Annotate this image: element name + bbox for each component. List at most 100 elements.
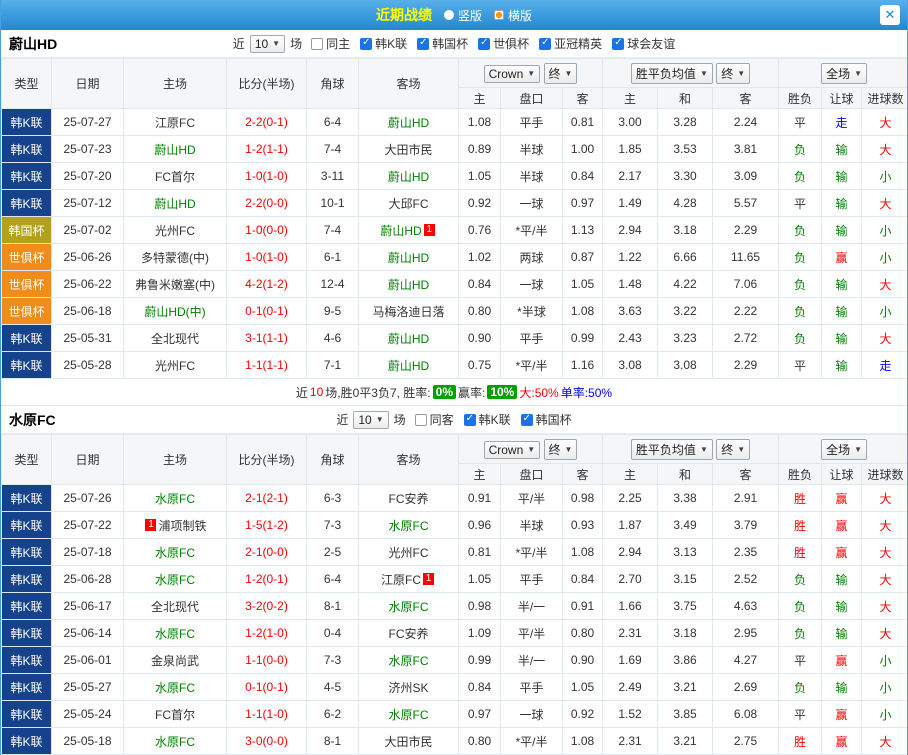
match-date: 25-05-27 (52, 674, 124, 701)
match-date: 25-07-20 (52, 163, 124, 190)
asian-odds-group: Crown▼ 终▼ (459, 435, 603, 464)
radio-horizontal-layout[interactable]: 横版 (494, 7, 532, 24)
result-handicap: 输 (822, 620, 862, 647)
checkbox-icon[interactable] (521, 414, 533, 426)
euro-away-odds: 6.08 (713, 701, 779, 728)
percent-badge: 0% (433, 385, 456, 399)
euro-draw-odds: 3.18 (658, 620, 713, 647)
col-header-ah-away: 客 (563, 88, 603, 109)
ah-away-odds: 0.90 (563, 647, 603, 674)
result-wdl: 平 (779, 109, 822, 136)
result-handicap: 输 (822, 190, 862, 217)
col-header-home: 主场 (124, 59, 227, 109)
col-header-type: 类型 (2, 435, 52, 485)
match-date: 25-07-22 (52, 512, 124, 539)
result-wdl: 负 (779, 217, 822, 244)
ah-away-odds: 0.87 (563, 244, 603, 271)
col-header-result-handicap: 让球 (822, 464, 862, 485)
euro-home-odds: 3.63 (603, 298, 658, 325)
ah-line: *半球 (501, 298, 563, 325)
team-cell: 光州FC (124, 352, 227, 379)
summary-text: 赢率: (458, 384, 485, 401)
team-label: 蔚山HD (388, 332, 429, 346)
radio-unselected-icon[interactable] (444, 10, 454, 20)
ah-home-odds: 1.09 (459, 620, 501, 647)
euro-home-odds: 2.25 (603, 485, 658, 512)
filter-checkbox-同主[interactable]: 同主 (311, 35, 350, 52)
team-label: 江原FC (155, 116, 195, 130)
score: 1-0(1-0) (227, 244, 307, 271)
fulltime-select[interactable]: 全场▼ (821, 439, 867, 460)
odds-source-select[interactable]: Crown▼ (484, 441, 541, 459)
filter-checkbox-球会友谊[interactable]: 球会友谊 (612, 35, 675, 52)
euro-away-odds: 3.81 (713, 136, 779, 163)
euro-draw-odds: 3.75 (658, 593, 713, 620)
checkbox-icon[interactable] (612, 38, 624, 50)
filter-checkbox-韩国杯[interactable]: 韩国杯 (521, 411, 572, 428)
filter-checkbox-同客[interactable]: 同客 (415, 411, 454, 428)
fulltime-select[interactable]: 全场▼ (821, 63, 867, 84)
ah-away-odds: 1.16 (563, 352, 603, 379)
team-label: 多特蒙德(中) (141, 251, 209, 265)
ah-line: 平手 (501, 325, 563, 352)
filter-label: 亚冠精英 (554, 35, 602, 52)
radio-vertical-layout[interactable]: 竖版 (444, 7, 482, 24)
filter-checkbox-韩国杯[interactable]: 韩国杯 (417, 35, 468, 52)
match-date: 25-05-31 (52, 325, 124, 352)
euro-away-odds: 2.35 (713, 539, 779, 566)
match-date: 25-05-18 (52, 728, 124, 755)
result-goals: 大 (862, 109, 908, 136)
filter-checkbox-韩K联[interactable]: 韩K联 (360, 35, 407, 52)
checkbox-icon[interactable] (311, 38, 323, 50)
ah-home-odds: 0.84 (459, 674, 501, 701)
match-row: 韩K联25-05-31全北现代3-1(1-1)4-6蔚山HD0.90平手0.99… (2, 325, 908, 352)
corners: 10-1 (307, 190, 359, 217)
filter-checkbox-世俱杯[interactable]: 世俱杯 (478, 35, 529, 52)
euro-final-select[interactable]: 终▼ (716, 63, 750, 84)
checkbox-icon[interactable] (478, 38, 490, 50)
euro-mean-select[interactable]: 胜平负均值▼ (631, 439, 713, 460)
ah-away-odds: 1.05 (563, 674, 603, 701)
checkbox-icon[interactable] (464, 414, 476, 426)
league-type: 韩国杯 (2, 217, 52, 244)
euro-draw-odds: 3.28 (658, 109, 713, 136)
odds-source-select[interactable]: Crown▼ (484, 65, 541, 83)
euro-away-odds: 3.09 (713, 163, 779, 190)
euro-mean-select[interactable]: 胜平负均值▼ (631, 63, 713, 84)
ah-home-odds: 0.90 (459, 325, 501, 352)
score: 3-2(0-2) (227, 593, 307, 620)
col-header-result-handicap: 让球 (822, 88, 862, 109)
ah-line: 平/半 (501, 620, 563, 647)
team-label: 光州FC (389, 546, 429, 560)
match-count-select[interactable]: 10▼ (353, 411, 388, 429)
result-goals: 大 (862, 190, 908, 217)
score: 3-0(0-0) (227, 728, 307, 755)
odds-final-select[interactable]: 终▼ (544, 439, 578, 460)
league-type: 韩K联 (2, 190, 52, 217)
red-card-badge: 1 (424, 224, 435, 236)
euro-final-select[interactable]: 终▼ (716, 439, 750, 460)
odds-final-select[interactable]: 终▼ (544, 63, 578, 84)
ah-home-odds: 1.05 (459, 566, 501, 593)
close-button[interactable]: ✕ (880, 5, 900, 25)
ah-away-odds: 0.84 (563, 566, 603, 593)
ah-away-odds: 0.93 (563, 512, 603, 539)
checkbox-icon[interactable] (417, 38, 429, 50)
match-count-select[interactable]: 10▼ (250, 35, 285, 53)
result-handicap: 输 (822, 674, 862, 701)
checkbox-icon[interactable] (360, 38, 372, 50)
checkbox-icon[interactable] (415, 414, 427, 426)
filter-checkbox-亚冠精英[interactable]: 亚冠精英 (539, 35, 602, 52)
match-date: 25-07-18 (52, 539, 124, 566)
checkbox-icon[interactable] (539, 38, 551, 50)
filter-checkbox-韩K联[interactable]: 韩K联 (464, 411, 511, 428)
radio-selected-icon[interactable] (494, 10, 504, 20)
team-cell: 江原FC1 (359, 566, 459, 593)
team-cell: 金泉尚武 (124, 647, 227, 674)
euro-draw-odds: 3.49 (658, 512, 713, 539)
dropdown-arrow-icon: ▼ (527, 69, 535, 78)
match-row: 韩K联25-07-12蔚山HD2-2(0-0)10-1大邱FC0.92一球0.9… (2, 190, 908, 217)
euro-home-odds: 1.87 (603, 512, 658, 539)
euro-home-odds: 2.31 (603, 620, 658, 647)
result-goals: 大 (862, 271, 908, 298)
